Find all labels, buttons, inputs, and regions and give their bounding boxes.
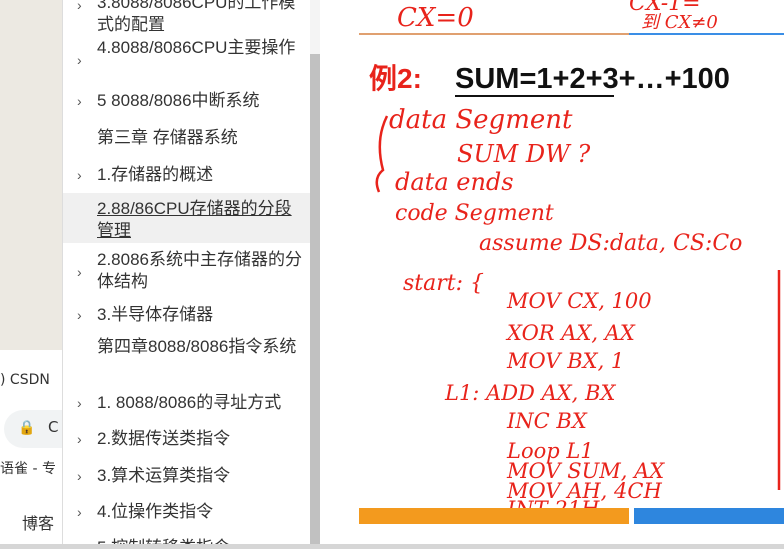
toc-item[interactable]: › 3.半导体存储器 <box>63 304 311 328</box>
toc-item[interactable]: › 2.8086系统中主存储器的分体结构 <box>63 249 311 295</box>
toc-item[interactable]: › 4.8088/8086CPU主要操作 <box>63 37 311 83</box>
toc-chapter[interactable]: 第三章 存储器系统 <box>63 127 311 151</box>
example-label: 例2: <box>369 63 422 94</box>
toc-item-label: 4.位操作类指令 <box>97 502 214 521</box>
window-bottom-edge <box>0 544 784 549</box>
toc-item-label: 1. 8088/8086的寻址方式 <box>97 393 282 412</box>
example-title: SUM=1+2+3+…+100 <box>455 63 730 95</box>
slide-footer-bar <box>359 508 629 524</box>
background-browser-window: ) CSDN 🔒 C 语雀 - 专 博客 <box>0 0 62 549</box>
code-line: XOR AX, AX <box>505 321 636 345</box>
code-line: SUM DW ? <box>457 140 590 168</box>
page-sidebar-text: 博客 <box>22 514 55 533</box>
code-line: MOV CX, 100 <box>506 289 652 313</box>
code-line: INC BX <box>506 409 588 433</box>
handwritten-note: 到 CX≠0 <box>641 12 718 33</box>
code-line: data ends <box>395 168 514 196</box>
chevron-right-icon: › <box>77 504 82 520</box>
toc-chapter-label: 第三章 存储器系统 <box>97 128 238 147</box>
chevron-right-icon: › <box>77 307 82 323</box>
brace-mark <box>375 115 389 193</box>
toc-item-label: 3.半导体存储器 <box>97 305 214 324</box>
toc-item-active[interactable]: 2.88/86CPU存储器的分段管理 <box>63 193 311 243</box>
browser-tab-title[interactable]: ) CSDN <box>0 372 62 396</box>
toc-chapter-label: 第四章8088/8086指令系统 <box>97 337 297 356</box>
chevron-right-icon: › <box>77 0 82 13</box>
address-text: C <box>48 418 59 436</box>
lecture-slide: CX=0 CX-1= 到 CX≠0 例2: SUM=1+2+3+…+100 da… <box>359 0 784 524</box>
toc-item-label: 3.算术运算类指令 <box>97 466 231 485</box>
toc-item[interactable]: › 1. 8088/8086的寻址方式 <box>63 392 311 416</box>
scrollbar-thumb[interactable] <box>310 54 320 549</box>
toc-item[interactable]: › 5 8088/8086中断系统 <box>63 90 311 114</box>
chevron-right-icon: › <box>77 468 82 484</box>
chevron-right-icon: › <box>77 395 82 411</box>
toc-item[interactable]: › 1.存储器的概述 <box>63 164 311 188</box>
handwritten-note: CX=0 <box>397 3 474 33</box>
toc-item-label: 2.88/86CPU存储器的分段管理 <box>97 199 292 240</box>
code-line: code Segment <box>395 201 554 226</box>
toc-item-label: 4.8088/8086CPU主要操作 <box>97 38 296 57</box>
toc-chapter[interactable]: 第四章8088/8086指令系统 <box>63 336 311 382</box>
toc-item-label: 5 8088/8086中断系统 <box>97 91 260 110</box>
lock-icon: 🔒 <box>18 420 36 436</box>
code-line: assume DS:data, CS:Co <box>479 231 742 256</box>
code-line: start: { <box>403 271 484 296</box>
video-player[interactable]: CX=0 CX-1= 到 CX≠0 例2: SUM=1+2+3+…+100 da… <box>320 0 784 549</box>
toc-item[interactable]: › 3.算术运算类指令 <box>63 465 311 489</box>
toc-item-label: 1.存储器的概述 <box>97 165 214 184</box>
slide-canvas: CX=0 CX-1= 到 CX≠0 例2: SUM=1+2+3+…+100 da… <box>369 0 781 521</box>
code-line: L1: ADD AX, BX <box>444 381 616 405</box>
catalogue-panel: › 3.8088/8086CPU的工作模式的配置 › 4.8088/8086CP… <box>62 0 311 549</box>
toc-item[interactable]: › 3.8088/8086CPU的工作模式的配置 <box>63 0 311 34</box>
chevron-right-icon: › <box>77 167 82 183</box>
toc-item[interactable]: › 2.数据传送类指令 <box>63 428 311 452</box>
chevron-right-icon: › <box>77 431 82 447</box>
bookmark-item[interactable]: 语雀 - 专 <box>0 458 56 478</box>
toc-item-label: 3.8088/8086CPU的工作模式的配置 <box>97 0 296 34</box>
chevron-right-icon: › <box>77 93 82 109</box>
chevron-right-icon: › <box>77 264 82 280</box>
toc-item-label: 2.数据传送类指令 <box>97 429 231 448</box>
toc-item[interactable]: › 4.位操作类指令 <box>63 501 311 525</box>
toc-item-label: 2.8086系统中主存储器的分体结构 <box>97 250 302 291</box>
slide-footer-bar <box>634 508 784 524</box>
code-line: MOV BX, 1 <box>506 349 624 373</box>
code-line: data Segment <box>389 105 573 135</box>
chevron-right-icon: › <box>77 52 82 68</box>
